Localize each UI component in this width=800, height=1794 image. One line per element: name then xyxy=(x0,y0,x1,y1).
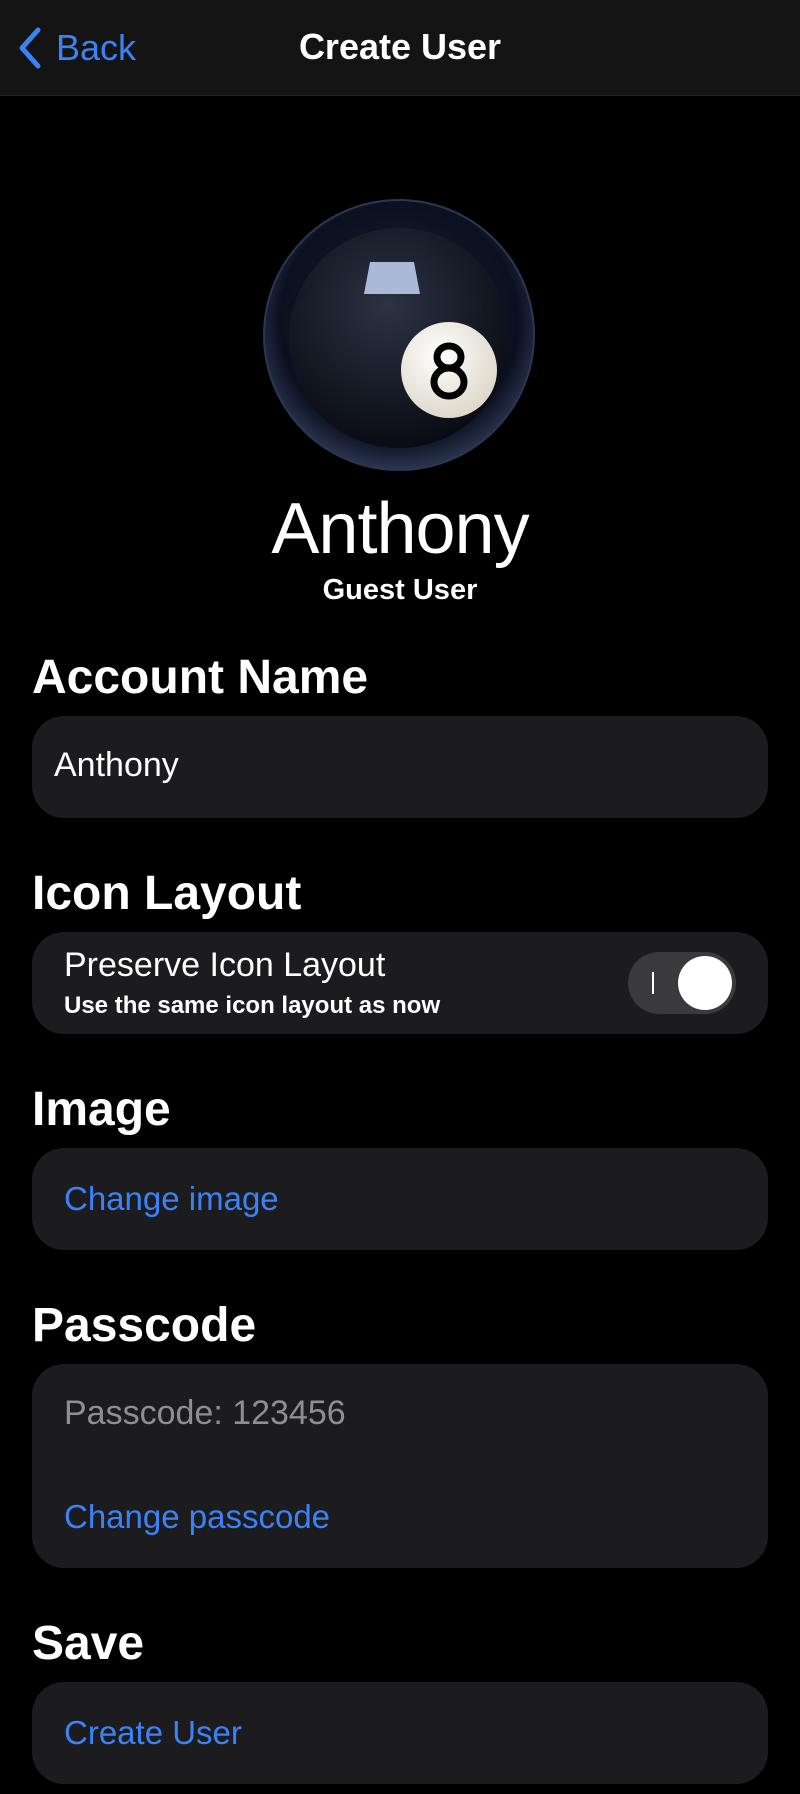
profile-name: Anthony xyxy=(271,489,529,569)
toggle-on-indicator xyxy=(652,972,654,994)
change-image-button[interactable]: Change image xyxy=(64,1180,279,1218)
save-card: Create User xyxy=(32,1682,768,1784)
save-heading: Save xyxy=(32,1617,145,1670)
profile-role: Guest User xyxy=(322,574,478,606)
passcode-card: Passcode: 123456 Change passcode xyxy=(32,1364,768,1568)
account-name-value: Anthony xyxy=(54,746,179,784)
change-passcode-button[interactable]: Change passcode xyxy=(64,1498,330,1536)
account-name-heading: Account Name xyxy=(32,651,369,704)
preserve-icon-layout-label: Preserve Icon Layout xyxy=(64,946,386,984)
toggle-knob xyxy=(678,956,732,1010)
account-name-field[interactable]: Anthony xyxy=(32,716,768,818)
image-heading: Image xyxy=(32,1083,171,1136)
passcode-value: Passcode: 123456 xyxy=(64,1394,346,1432)
preserve-icon-layout-toggle[interactable] xyxy=(628,952,736,1014)
eight-ball-icon[interactable] xyxy=(262,198,536,472)
image-card: Change image xyxy=(32,1148,768,1250)
preserve-icon-layout-row: Preserve Icon Layout Use the same icon l… xyxy=(32,932,768,1034)
page-title: Create User xyxy=(298,26,502,67)
passcode-heading: Passcode xyxy=(32,1299,257,1352)
navigation-bar: Back Create User xyxy=(0,0,800,96)
preserve-icon-layout-description: Use the same icon layout as now xyxy=(64,992,441,1019)
icon-layout-heading: Icon Layout xyxy=(32,867,302,920)
create-user-button[interactable]: Create User xyxy=(64,1714,242,1752)
